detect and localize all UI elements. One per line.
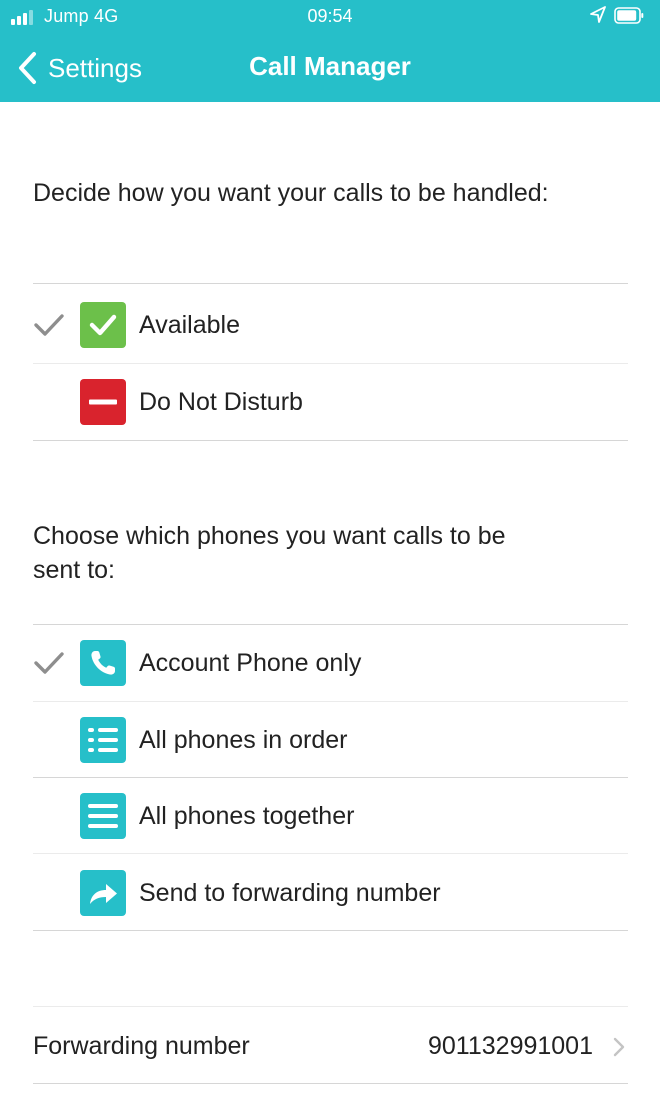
forwarding-number-value: 901132991001: [428, 1032, 593, 1060]
option-label: Account Phone only: [139, 649, 362, 677]
status-time: 09:54: [307, 6, 353, 26]
forward-arrow-icon: [80, 870, 126, 916]
check-icon: [80, 302, 126, 348]
selected-checkmark-icon: [34, 652, 64, 674]
battery-icon: [614, 7, 644, 24]
option-send-to-forwarding-number[interactable]: Send to forwarding number: [0, 855, 660, 931]
option-label: All phones in order: [139, 726, 348, 754]
forwarding-number-row[interactable]: Forwarding number 901132991001: [0, 1008, 660, 1084]
option-available[interactable]: Available: [0, 287, 660, 363]
routing-prompt-line-1: Choose which phones you want calls to be: [33, 522, 506, 550]
option-account-phone-only[interactable]: Account Phone only: [0, 625, 660, 701]
top-bar: Jump 4G 09:54 Settings Call Manager: [0, 0, 660, 102]
divider: [33, 1083, 628, 1084]
option-label: Send to forwarding number: [139, 879, 441, 907]
divider: [33, 440, 628, 441]
routing-prompt-line-2: sent to:: [33, 556, 115, 584]
divider: [33, 930, 628, 931]
option-label: Available: [139, 311, 241, 339]
option-all-phones-together[interactable]: All phones together: [0, 778, 660, 854]
divider: [33, 283, 628, 284]
option-label: All phones together: [139, 802, 355, 830]
availability-prompt: Decide how you want your calls to be han…: [33, 179, 549, 207]
option-all-phones-in-order[interactable]: All phones in order: [0, 702, 660, 778]
chevron-right-icon: [613, 1037, 625, 1057]
minus-icon: [80, 379, 126, 425]
routing-prompt: Choose which phones you want calls to be…: [33, 519, 506, 587]
forwarding-number-label: Forwarding number: [33, 1032, 250, 1060]
location-arrow-icon: [590, 6, 606, 23]
option-do-not-disturb[interactable]: Do Not Disturb: [0, 364, 660, 440]
ordered-list-icon: [80, 717, 126, 763]
option-label: Do Not Disturb: [139, 388, 303, 416]
navigation-bar: Settings Call Manager: [0, 34, 660, 102]
divider: [33, 1006, 628, 1007]
phone-icon: [80, 640, 126, 686]
status-bar: Jump 4G 09:54: [0, 0, 660, 34]
divider: [33, 853, 628, 854]
selected-checkmark-icon: [34, 314, 64, 336]
page-title: Call Manager: [249, 51, 411, 81]
list-icon: [80, 793, 126, 839]
